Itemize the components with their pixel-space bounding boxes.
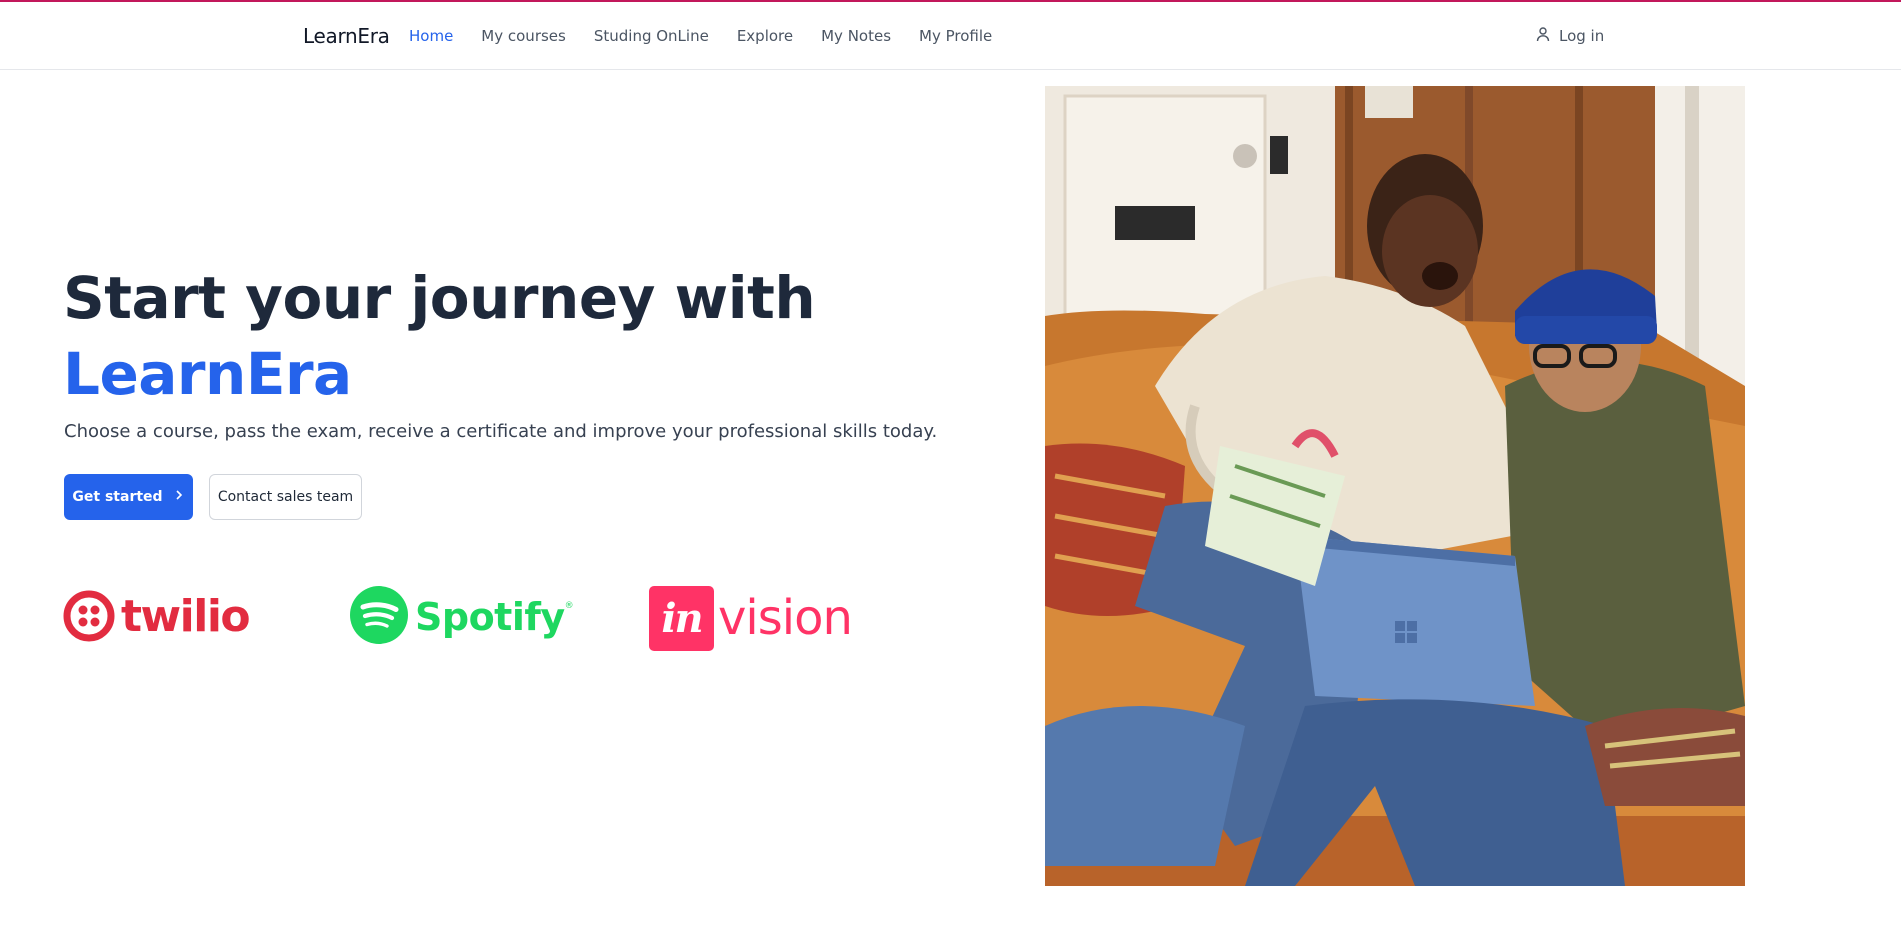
invision-icon: in (649, 585, 714, 651)
nav-item-studing-online[interactable]: Studing OnLine (594, 27, 709, 45)
twilio-wordmark: twilio (121, 590, 251, 642)
hero-photo (1045, 86, 1745, 886)
nav-item-my-notes[interactable]: My Notes (821, 27, 891, 45)
invision-wordmark: vision (718, 590, 853, 646)
twilio-logo: twilio (63, 586, 251, 646)
contact-sales-button[interactable]: Contact sales team (209, 474, 362, 520)
login-link[interactable]: Log in (1535, 26, 1604, 46)
nav-item-explore[interactable]: Explore (737, 27, 793, 45)
hero-subtitle: Choose a course, pass the exam, receive … (64, 421, 938, 442)
spotify-wordmark: Spotify® (415, 595, 574, 639)
top-navbar: LearnEra Home My courses Studing OnLine … (0, 2, 1901, 70)
hero-title: Start your journey with LearnEra (63, 260, 816, 412)
user-icon (1535, 26, 1551, 46)
invision-logo: in vision (649, 585, 853, 651)
login-label: Log in (1559, 27, 1605, 45)
get-started-button[interactable]: Get started (64, 474, 193, 520)
nav-item-home[interactable]: Home (409, 27, 453, 45)
spotify-logo: Spotify® (349, 585, 574, 650)
chevron-right-icon (173, 489, 185, 505)
brand-logo[interactable]: LearnEra (303, 24, 390, 48)
nav-item-my-courses[interactable]: My courses (481, 27, 566, 45)
nav-item-my-profile[interactable]: My Profile (919, 27, 992, 45)
get-started-label: Get started (72, 489, 163, 505)
main-nav: Home My courses Studing OnLine Explore M… (409, 27, 992, 45)
spotify-icon (349, 585, 409, 650)
registered-mark: ® (564, 601, 574, 611)
twilio-icon (63, 588, 115, 644)
hero-title-line1: Start your journey with (63, 264, 816, 332)
hero-title-brand: LearnEra (63, 340, 352, 408)
